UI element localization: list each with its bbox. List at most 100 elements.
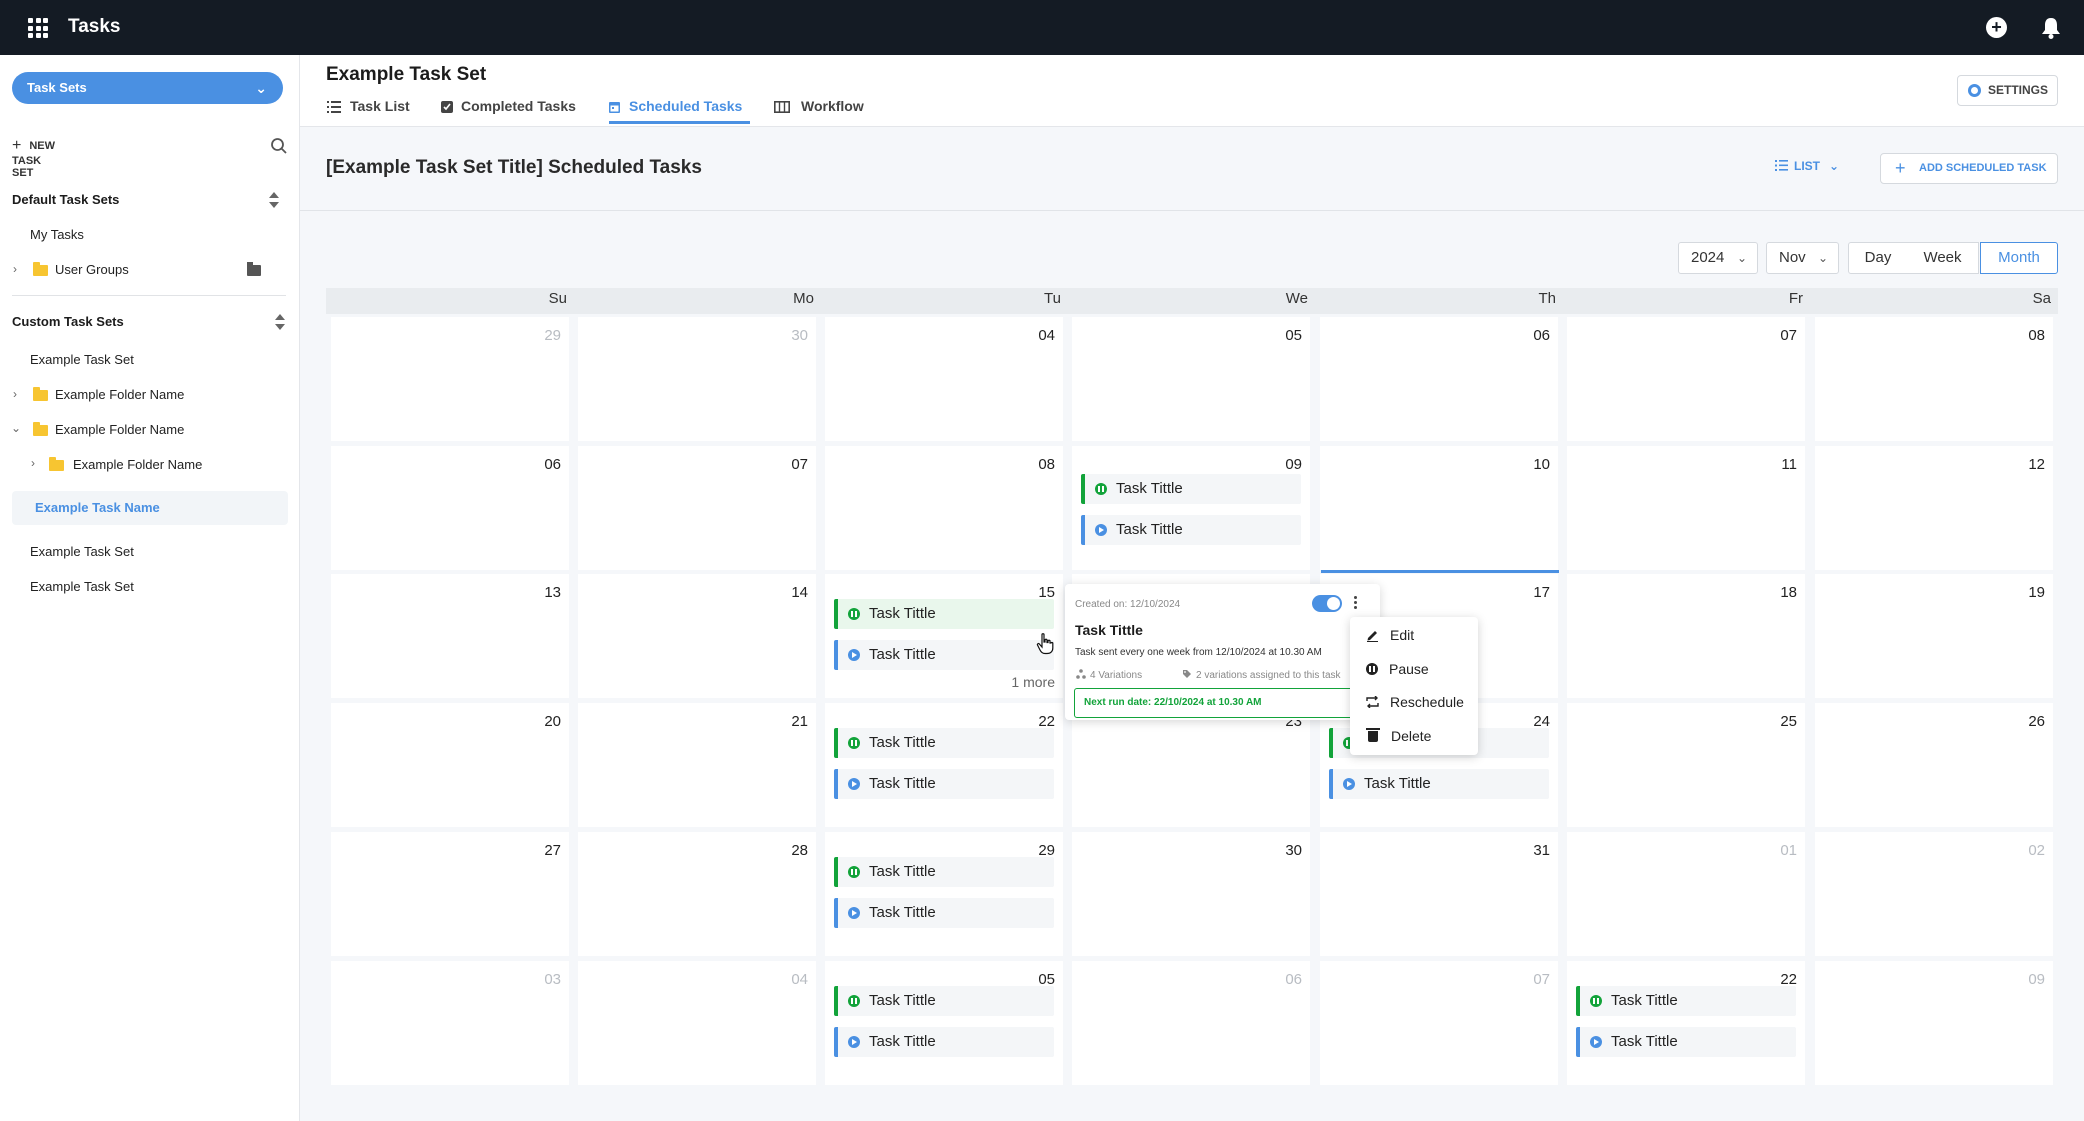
calendar-day-cell[interactable]: 31 — [1320, 832, 1558, 956]
scheduled-task-event[interactable]: Task Tittle — [834, 898, 1054, 928]
scheduled-task-event[interactable]: Task Tittle — [1576, 986, 1796, 1016]
calendar-day-cell[interactable]: 01 — [1567, 832, 1805, 956]
calendar-day-cell[interactable]: 30 — [578, 317, 816, 441]
task-enabled-toggle[interactable] — [1312, 595, 1342, 612]
calendar-day-cell[interactable]: 03 — [331, 961, 569, 1085]
task-sets-dropdown[interactable]: Task Sets ⌄ — [12, 72, 283, 104]
calendar-day-cell[interactable]: 09 — [1815, 961, 2053, 1085]
calendar-day-cell[interactable]: 05 Task Tittle Task Tittle — [825, 961, 1063, 1085]
more-events-link[interactable]: 1 more — [1011, 674, 1055, 690]
calendar-day-cell[interactable]: 23 — [1072, 703, 1310, 827]
scheduled-task-event[interactable]: Task Tittle — [834, 986, 1054, 1016]
calendar-day-cell[interactable]: 08 — [1815, 317, 2053, 441]
add-scheduled-task-button[interactable]: + ADD SCHEDULED TASK — [1880, 153, 2058, 184]
scheduled-task-event[interactable]: Task Tittle — [834, 857, 1054, 887]
play-status-icon — [848, 907, 860, 919]
calendar-day-cell[interactable]: 09 Task Tittle Task Tittle — [1072, 446, 1310, 570]
calendar-day-cell[interactable]: 06 — [1320, 317, 1558, 441]
sort-icon[interactable] — [268, 191, 280, 209]
calendar-day-cell[interactable]: 19 — [1815, 574, 2053, 698]
scheduled-task-event[interactable]: Task Tittle — [1081, 515, 1301, 545]
search-icon[interactable] — [270, 137, 288, 155]
calendar-day-cell[interactable]: 30 — [1072, 832, 1310, 956]
scheduled-task-event[interactable]: Task Tittle — [834, 599, 1054, 629]
sidebar-item-task-set[interactable]: Example Task Set — [30, 544, 134, 559]
calendar-day-cell[interactable]: 26 — [1815, 703, 2053, 827]
calendar-day-cell[interactable]: 06 — [331, 446, 569, 570]
tab-completed-tasks[interactable]: Completed Tasks — [461, 98, 576, 114]
tab-task-list[interactable]: Task List — [350, 98, 410, 114]
calendar-day-cell[interactable]: 27 — [331, 832, 569, 956]
menu-edit[interactable]: Edit — [1366, 627, 1414, 643]
menu-reschedule[interactable]: Reschedule — [1366, 694, 1464, 710]
calendar-day-cell[interactable]: 04 — [578, 961, 816, 1085]
scheduled-task-event[interactable]: Task Tittle — [834, 1027, 1054, 1057]
bell-icon[interactable] — [2040, 16, 2062, 40]
calendar-day-cell[interactable]: 07 — [578, 446, 816, 570]
calendar-day-cell[interactable]: 29 — [331, 317, 569, 441]
tab-scheduled-tasks[interactable]: Scheduled Tasks — [629, 98, 742, 114]
month-select[interactable]: Nov ⌄ — [1766, 242, 1839, 274]
scheduled-task-event[interactable]: Task Tittle — [1576, 1027, 1796, 1057]
calendar-day-cell[interactable]: 12 — [1815, 446, 2053, 570]
sort-icon[interactable] — [274, 313, 286, 331]
view-month-button[interactable]: Month — [1980, 242, 2058, 274]
sidebar-item-folder[interactable]: Example Folder Name — [55, 422, 184, 437]
calendar-day-cell[interactable]: 08 — [825, 446, 1063, 570]
sidebar-item-task-set[interactable]: Example Task Set — [30, 579, 134, 594]
day-number: 18 — [1780, 584, 1797, 601]
sidebar-item-task-name[interactable]: Example Task Name — [35, 500, 160, 515]
calendar-day-cell[interactable]: 20 — [331, 703, 569, 827]
event-title: Task Tittle — [869, 904, 936, 921]
calendar-day-cell[interactable]: 02 — [1815, 832, 2053, 956]
calendar-day-cell[interactable]: 22 Task Tittle Task Tittle — [1567, 961, 1805, 1085]
sidebar-item-folder[interactable]: Example Folder Name — [55, 387, 184, 402]
sidebar-item-user-groups[interactable]: User Groups — [55, 262, 129, 277]
workflow-icon — [774, 101, 790, 113]
calendar-day-cell[interactable]: 21 — [578, 703, 816, 827]
calendar-day-cell[interactable]: 14 — [578, 574, 816, 698]
add-circle-icon[interactable]: + — [1986, 17, 2007, 38]
app-grid-icon[interactable] — [28, 18, 48, 38]
tab-workflow[interactable]: Workflow — [801, 98, 864, 114]
calendar-day-cell[interactable]: 15 Task Tittle Task Tittle 1 more — [825, 574, 1063, 698]
calendar-day-cell[interactable]: 05 — [1072, 317, 1310, 441]
calendar-day-cell[interactable]: 18 — [1567, 574, 1805, 698]
calendar-day-cell[interactable]: 11 — [1567, 446, 1805, 570]
menu-pause[interactable]: Pause — [1366, 661, 1429, 677]
calendar-day-cell[interactable]: 29 Task Tittle Task Tittle — [825, 832, 1063, 956]
scheduled-task-event[interactable]: Task Tittle — [834, 769, 1054, 799]
calendar-day-cell[interactable]: 22 Task Tittle Task Tittle — [825, 703, 1063, 827]
new-task-set-button[interactable]: + NEW TASK SET — [12, 137, 55, 179]
chevron-down-icon: ⌄ — [1829, 159, 1840, 173]
scheduled-task-event[interactable]: Task Tittle — [1329, 769, 1549, 799]
list-view-button[interactable]: LIST ⌄ — [1775, 159, 1839, 173]
scheduled-task-event[interactable]: Task Tittle — [834, 640, 1054, 670]
view-day-button[interactable]: Day — [1848, 242, 1908, 274]
add-folder-icon[interactable] — [247, 262, 261, 276]
chevron-right-icon[interactable]: › — [13, 387, 17, 401]
calendar-day-cell[interactable]: 10 — [1320, 446, 1558, 570]
sidebar-item-task-set[interactable]: Example Task Set — [30, 352, 134, 367]
chevron-right-icon[interactable]: › — [31, 456, 35, 470]
year-select[interactable]: 2024 ⌄ — [1678, 242, 1758, 274]
chevron-right-icon[interactable]: › — [13, 262, 17, 276]
more-options-icon[interactable] — [1352, 596, 1358, 612]
settings-button[interactable]: SETTINGS — [1957, 75, 2058, 106]
calendar-day-cell[interactable]: 07 — [1567, 317, 1805, 441]
calendar-day-cell[interactable]: 04 — [825, 317, 1063, 441]
task-set-title: Example Task Set — [326, 64, 487, 85]
calendar-day-cell[interactable]: 07 — [1320, 961, 1558, 1085]
sidebar-item-subfolder[interactable]: Example Folder Name — [73, 457, 202, 472]
sidebar-item-my-tasks[interactable]: My Tasks — [30, 227, 84, 242]
calendar-day-cell[interactable]: 13 — [331, 574, 569, 698]
scheduled-task-event[interactable]: Task Tittle — [834, 728, 1054, 758]
scheduled-task-event[interactable]: Task Tittle — [1081, 474, 1301, 504]
menu-delete[interactable]: Delete — [1366, 728, 1431, 744]
calendar-day-cell[interactable]: 25 — [1567, 703, 1805, 827]
chevron-down-icon[interactable]: ⌄ — [11, 421, 21, 435]
calendar-day-cell[interactable]: 06 — [1072, 961, 1310, 1085]
calendar-day-cell[interactable]: 28 — [578, 832, 816, 956]
play-status-icon — [1343, 778, 1355, 790]
view-week-button[interactable]: Week — [1907, 242, 1979, 274]
